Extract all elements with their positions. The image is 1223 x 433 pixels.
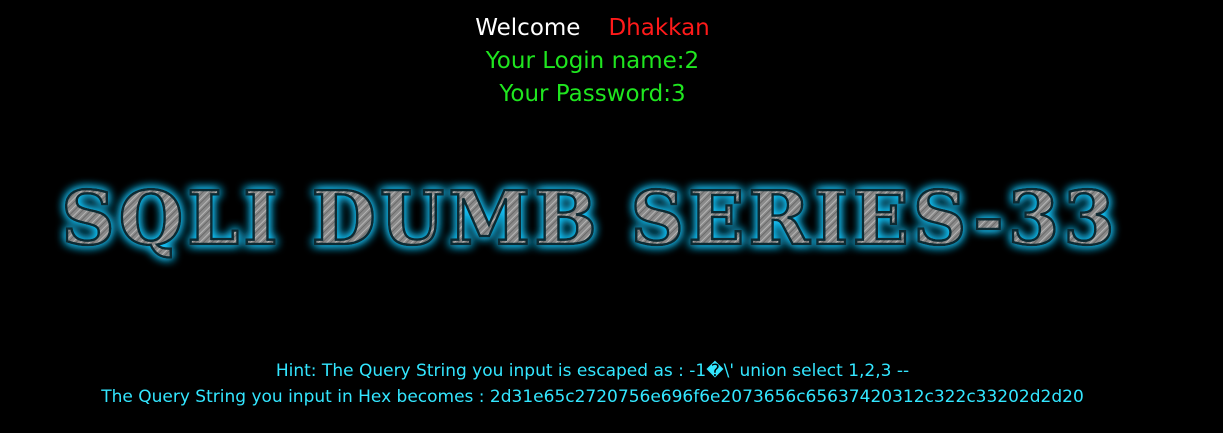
welcome-line: Welcome Dhakkan <box>0 12 1185 45</box>
series-title-text: SQLI DUMB SERIES-33 <box>61 176 1118 262</box>
welcome-user-name: Dhakkan <box>608 15 710 41</box>
login-name-line: Your Login name:2 <box>485 48 700 74</box>
series-title-banner: SQLI DUMB SERIES-33 <box>0 170 1223 270</box>
welcome-greeting: Welcome <box>475 15 581 41</box>
password-line: Your Password:3 <box>499 81 686 107</box>
escaped-query-hint: Hint: The Query String you input is esca… <box>275 361 910 381</box>
hint-panel: Hint: The Query String you input is esca… <box>0 358 1185 410</box>
series-title-graphic: SQLI DUMB SERIES-33 <box>60 175 1118 264</box>
welcome-panel: Welcome Dhakkan Your Login name:2 Your Pa… <box>0 12 1185 111</box>
hex-query-hint: The Query String you input in Hex become… <box>101 387 1084 407</box>
